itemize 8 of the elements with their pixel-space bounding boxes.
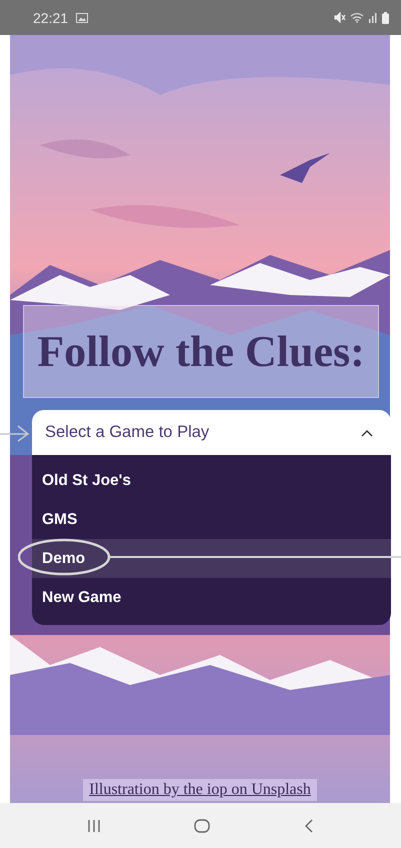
page-title: Follow the Clues: [37,326,365,377]
game-option[interactable]: Demo [32,539,391,578]
game-option[interactable]: Old St Joe's [32,461,391,500]
game-option[interactable]: New Game [32,578,391,617]
game-select[interactable]: Select a Game to Play [32,410,391,455]
status-time: 22:21 [33,10,68,26]
game-option[interactable]: GMS [32,500,391,539]
credit-link[interactable]: Illustration by the iop on Unsplash [89,781,311,798]
